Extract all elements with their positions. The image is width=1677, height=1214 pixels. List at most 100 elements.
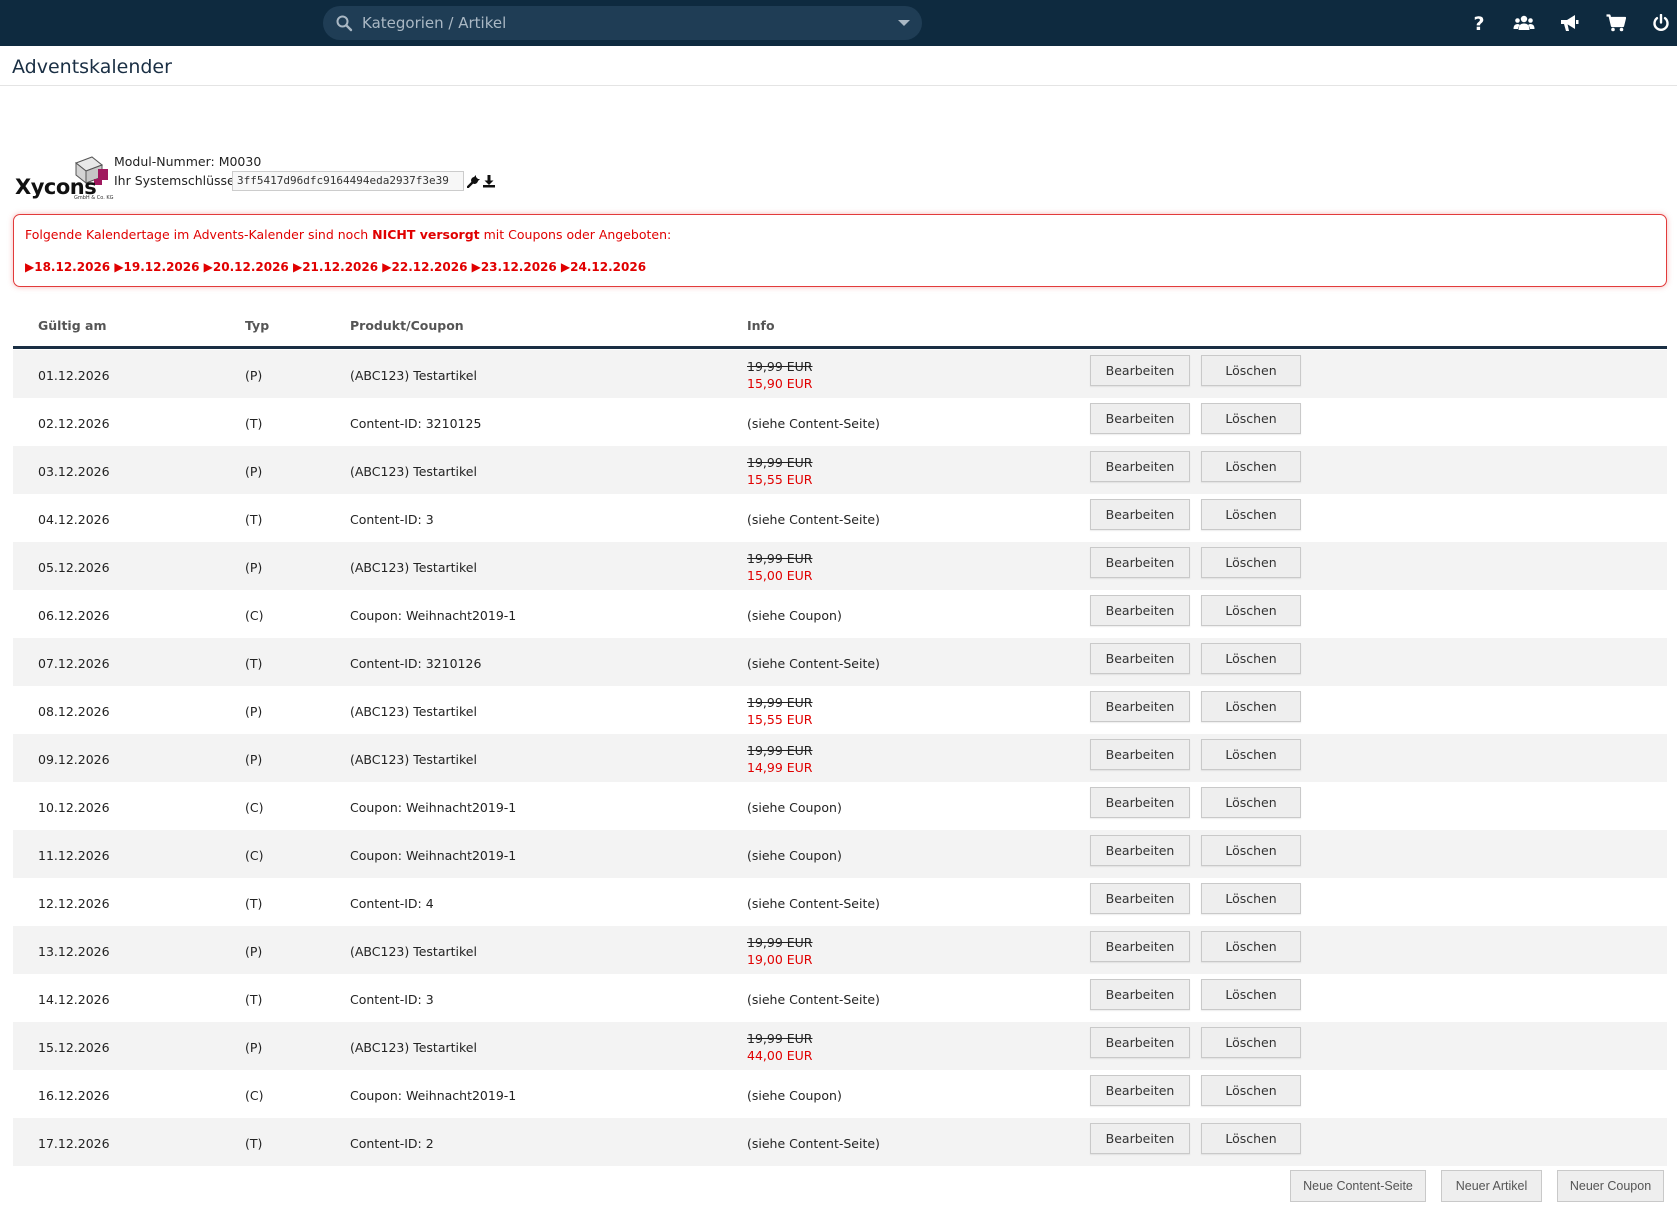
cell-date: 02.12.2026 (38, 416, 110, 431)
delete-button[interactable]: Löschen (1201, 595, 1301, 626)
search-input[interactable]: Kategorien / Artikel (362, 14, 506, 32)
cell-old-price: 19,99 EUR (747, 935, 813, 950)
power-icon[interactable] (1650, 12, 1672, 34)
delete-button[interactable]: Löschen (1201, 403, 1301, 434)
edit-button[interactable]: Bearbeiten (1090, 691, 1190, 722)
download-icon[interactable] (482, 174, 496, 188)
module-number: Modul-Nummer: M0030 (114, 154, 262, 169)
cell-info: (siehe Content-Seite) (747, 416, 880, 431)
edit-button[interactable]: Bearbeiten (1090, 355, 1190, 386)
cell-info: (siehe Content-Seite) (747, 512, 880, 527)
cell-new-price: 15,00 EUR (747, 568, 813, 583)
cell-type: (T) (245, 896, 263, 911)
column-header-info: Info (747, 318, 775, 333)
chevron-down-icon[interactable] (898, 20, 910, 26)
delete-button[interactable]: Löschen (1201, 739, 1301, 770)
edit-button[interactable]: Bearbeiten (1090, 547, 1190, 578)
help-icon[interactable]: ? (1468, 12, 1490, 34)
edit-button[interactable]: Bearbeiten (1090, 835, 1190, 866)
cell-date: 06.12.2026 (38, 608, 110, 623)
svg-text:?: ? (1473, 13, 1484, 33)
delete-button[interactable]: Löschen (1201, 1027, 1301, 1058)
cell-date: 03.12.2026 (38, 464, 110, 479)
table-row: 03.12.2026 (P) (ABC123) Testartikel 19,99 E… (13, 446, 1667, 494)
cell-type: (C) (245, 848, 264, 863)
table-row: 11.12.2026 (C) Coupon: Weihnacht2019-1 (sie… (13, 830, 1667, 878)
system-key-field[interactable]: 3ff5417d96dfc9164494eda2937f3e39 (232, 171, 464, 191)
cell-product: Coupon: Weihnacht2019-1 (350, 608, 517, 623)
cell-product: (ABC123) Testartikel (350, 1040, 477, 1055)
cell-new-price: 14,99 EUR (747, 760, 813, 775)
calendar-table-body: 01.12.2026 (P) (ABC123) Testartikel 19,99 E… (13, 350, 1667, 1166)
delete-button[interactable]: Löschen (1201, 1123, 1301, 1154)
delete-button[interactable]: Löschen (1201, 1075, 1301, 1106)
delete-button[interactable]: Löschen (1201, 547, 1301, 578)
table-row: 12.12.2026 (T) Content-ID: 4 (siehe Content… (13, 878, 1667, 926)
edit-button[interactable]: Bearbeiten (1090, 643, 1190, 674)
table-row: 09.12.2026 (P) (ABC123) Testartikel 19,99 E… (13, 734, 1667, 782)
delete-button[interactable]: Löschen (1201, 835, 1301, 866)
delete-button[interactable]: Löschen (1201, 355, 1301, 386)
cell-product: Coupon: Weihnacht2019-1 (350, 848, 517, 863)
column-header-type: Typ (245, 318, 270, 333)
cell-date: 09.12.2026 (38, 752, 110, 767)
cell-info: (siehe Coupon) (747, 800, 842, 815)
edit-button[interactable]: Bearbeiten (1090, 883, 1190, 914)
search-icon (335, 14, 353, 32)
cart-icon[interactable] (1605, 12, 1627, 34)
delete-button[interactable]: Löschen (1201, 979, 1301, 1010)
edit-button[interactable]: Bearbeiten (1090, 403, 1190, 434)
cell-date: 08.12.2026 (38, 704, 110, 719)
cell-type: (C) (245, 1088, 264, 1103)
delete-button[interactable]: Löschen (1201, 643, 1301, 674)
cell-type: (T) (245, 992, 263, 1007)
cell-date: 10.12.2026 (38, 800, 110, 815)
users-icon[interactable] (1513, 12, 1535, 34)
new-article-button[interactable]: Neuer Artikel (1441, 1170, 1542, 1202)
alert-emphasis: NICHT versorgt (372, 227, 480, 242)
cell-date: 07.12.2026 (38, 656, 110, 671)
cell-type: (P) (245, 368, 263, 383)
edit-button[interactable]: Bearbeiten (1090, 1123, 1190, 1154)
missing-days-alert: Folgende Kalendertage im Advents-Kalende… (13, 214, 1667, 287)
edit-button[interactable]: Bearbeiten (1090, 595, 1190, 626)
megaphone-icon[interactable] (1558, 12, 1580, 34)
cell-old-price: 19,99 EUR (747, 455, 813, 470)
cell-type: (T) (245, 1136, 263, 1151)
edit-button[interactable]: Bearbeiten (1090, 979, 1190, 1010)
table-row: 17.12.2026 (T) Content-ID: 2 (siehe Content… (13, 1118, 1667, 1166)
edit-button[interactable]: Bearbeiten (1090, 451, 1190, 482)
cell-date: 11.12.2026 (38, 848, 110, 863)
edit-button[interactable]: Bearbeiten (1090, 787, 1190, 818)
search-box[interactable]: Kategorien / Artikel (323, 6, 922, 40)
wrench-icon[interactable] (466, 174, 481, 189)
cell-type: (P) (245, 1040, 263, 1055)
new-content-page-button[interactable]: Neue Content-Seite (1290, 1170, 1426, 1202)
cell-date: 14.12.2026 (38, 992, 110, 1007)
delete-button[interactable]: Löschen (1201, 883, 1301, 914)
cell-info: (siehe Content-Seite) (747, 1136, 880, 1151)
cell-new-price: 15,55 EUR (747, 472, 813, 487)
edit-button[interactable]: Bearbeiten (1090, 499, 1190, 530)
cell-product: (ABC123) Testartikel (350, 560, 477, 575)
cell-product: (ABC123) Testartikel (350, 944, 477, 959)
delete-button[interactable]: Löschen (1201, 499, 1301, 530)
edit-button[interactable]: Bearbeiten (1090, 1027, 1190, 1058)
column-header-product: Produkt/Coupon (350, 318, 464, 333)
cell-date: 17.12.2026 (38, 1136, 110, 1151)
delete-button[interactable]: Löschen (1201, 691, 1301, 722)
cell-product: Coupon: Weihnacht2019-1 (350, 1088, 517, 1103)
cell-old-price: 19,99 EUR (747, 551, 813, 566)
new-coupon-button[interactable]: Neuer Coupon (1557, 1170, 1664, 1202)
delete-button[interactable]: Löschen (1201, 451, 1301, 482)
edit-button[interactable]: Bearbeiten (1090, 739, 1190, 770)
table-row: 02.12.2026 (T) Content-ID: 3210125 (siehe C… (13, 398, 1667, 446)
edit-button[interactable]: Bearbeiten (1090, 931, 1190, 962)
delete-button[interactable]: Löschen (1201, 931, 1301, 962)
table-row: 15.12.2026 (P) (ABC123) Testartikel 19,99 E… (13, 1022, 1667, 1070)
delete-button[interactable]: Löschen (1201, 787, 1301, 818)
edit-button[interactable]: Bearbeiten (1090, 1075, 1190, 1106)
table-row: 06.12.2026 (C) Coupon: Weihnacht2019-1 (sie… (13, 590, 1667, 638)
column-header-date: Gültig am (38, 318, 107, 333)
cell-type: (P) (245, 944, 263, 959)
